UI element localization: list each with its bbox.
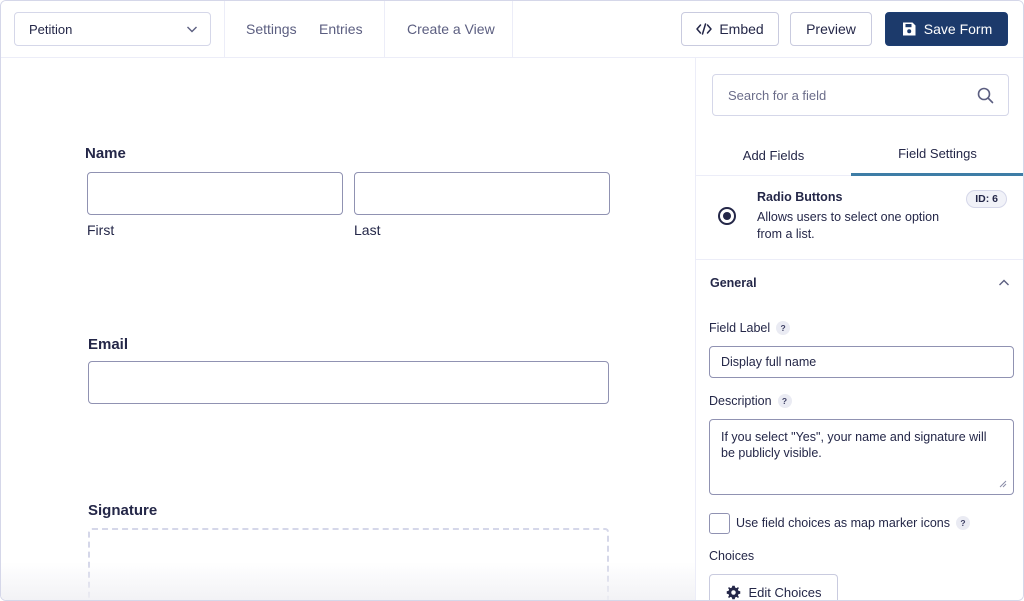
code-icon <box>696 23 713 35</box>
chevron-down-icon <box>187 26 197 33</box>
save-disk-icon <box>902 22 916 36</box>
nav-create-view[interactable]: Create a View <box>407 21 495 37</box>
form-editor-window: Petition Settings Entries Create a View … <box>0 0 1024 601</box>
field-label-input-value: Display full name <box>721 355 817 369</box>
toolbar-divider <box>384 1 385 58</box>
name-field-label: Name <box>85 145 126 162</box>
save-form-button[interactable]: Save Form <box>885 12 1008 46</box>
field-label-input[interactable]: Display full name <box>709 346 1014 378</box>
field-label-setting-label: Field Label ? <box>709 321 791 335</box>
form-switcher-value: Petition <box>29 21 73 37</box>
map-marker-checkbox[interactable] <box>709 513 730 534</box>
field-search-input[interactable]: Search for a field <box>712 74 1009 116</box>
search-icon[interactable] <box>977 87 994 104</box>
embed-label: Embed <box>719 21 764 37</box>
radio-button-icon <box>718 207 736 225</box>
map-marker-setting-label: Use field choices as map marker icons ? <box>736 516 970 530</box>
top-toolbar: Petition Settings Entries Create a View … <box>1 1 1023 58</box>
tab-field-settings-label: Field Settings <box>898 146 977 161</box>
field-search-placeholder: Search for a field <box>728 87 827 103</box>
nav-entries[interactable]: Entries <box>319 21 363 37</box>
tab-field-settings[interactable]: Field Settings <box>851 134 1023 176</box>
general-section-heading: General <box>710 275 757 290</box>
name-first-sublabel: First <box>87 222 115 238</box>
email-field-label: Email <box>88 336 129 353</box>
general-section-toggle[interactable]: General <box>696 260 1023 305</box>
name-last-sublabel: Last <box>354 222 381 238</box>
preview-label: Preview <box>806 21 856 37</box>
chevron-up-icon <box>999 279 1009 286</box>
choices-setting-label: Choices <box>709 549 754 563</box>
nav-settings[interactable]: Settings <box>246 21 297 37</box>
email-input[interactable] <box>88 361 609 404</box>
sidebar-tabs: Add Fields Field Settings <box>696 134 1023 176</box>
edit-choices-button[interactable]: Edit Choices <box>709 574 838 600</box>
help-icon[interactable]: ? <box>776 321 791 335</box>
help-icon[interactable]: ? <box>955 516 970 530</box>
help-icon[interactable]: ? <box>777 394 792 408</box>
tab-add-fields-label: Add Fields <box>742 147 805 163</box>
toolbar-divider <box>512 1 513 58</box>
field-type-description: Allows users to select one option from a… <box>757 210 940 241</box>
form-switcher-dropdown[interactable]: Petition <box>14 12 211 46</box>
preview-button[interactable]: Preview <box>790 12 872 46</box>
edit-choices-label: Edit Choices <box>748 585 822 600</box>
field-label-setting-text: Field Label <box>709 321 771 335</box>
description-textarea-value: If you select "Yes", your name and signa… <box>721 430 987 460</box>
description-textarea[interactable]: If you select "Yes", your name and signa… <box>709 419 1014 495</box>
form-canvas: Name First Last Email Signature <box>1 58 695 600</box>
signature-field-label: Signature <box>88 502 158 519</box>
field-type-info: Radio Buttons Allows users to select one… <box>696 176 1023 260</box>
name-first-input[interactable] <box>87 172 343 215</box>
description-setting-label: Description ? <box>709 394 792 408</box>
choices-setting-text: Choices <box>709 549 755 563</box>
field-settings-sidebar: Search for a field Add Fields Field Sett… <box>695 58 1023 600</box>
embed-button[interactable]: Embed <box>681 12 779 46</box>
name-last-input[interactable] <box>354 172 610 215</box>
signature-pad[interactable] <box>88 528 609 600</box>
save-form-label: Save Form <box>923 21 993 37</box>
resize-grip-icon[interactable] <box>999 480 1007 488</box>
description-setting-text: Description <box>709 394 772 408</box>
gear-icon <box>726 585 740 600</box>
tab-add-fields[interactable]: Add Fields <box>696 134 851 176</box>
map-marker-setting-text: Use field choices as map marker icons <box>736 516 950 530</box>
toolbar-divider <box>224 1 225 58</box>
field-id-badge: ID: 6 <box>966 190 1007 208</box>
field-type-title: Radio Buttons <box>757 190 843 204</box>
